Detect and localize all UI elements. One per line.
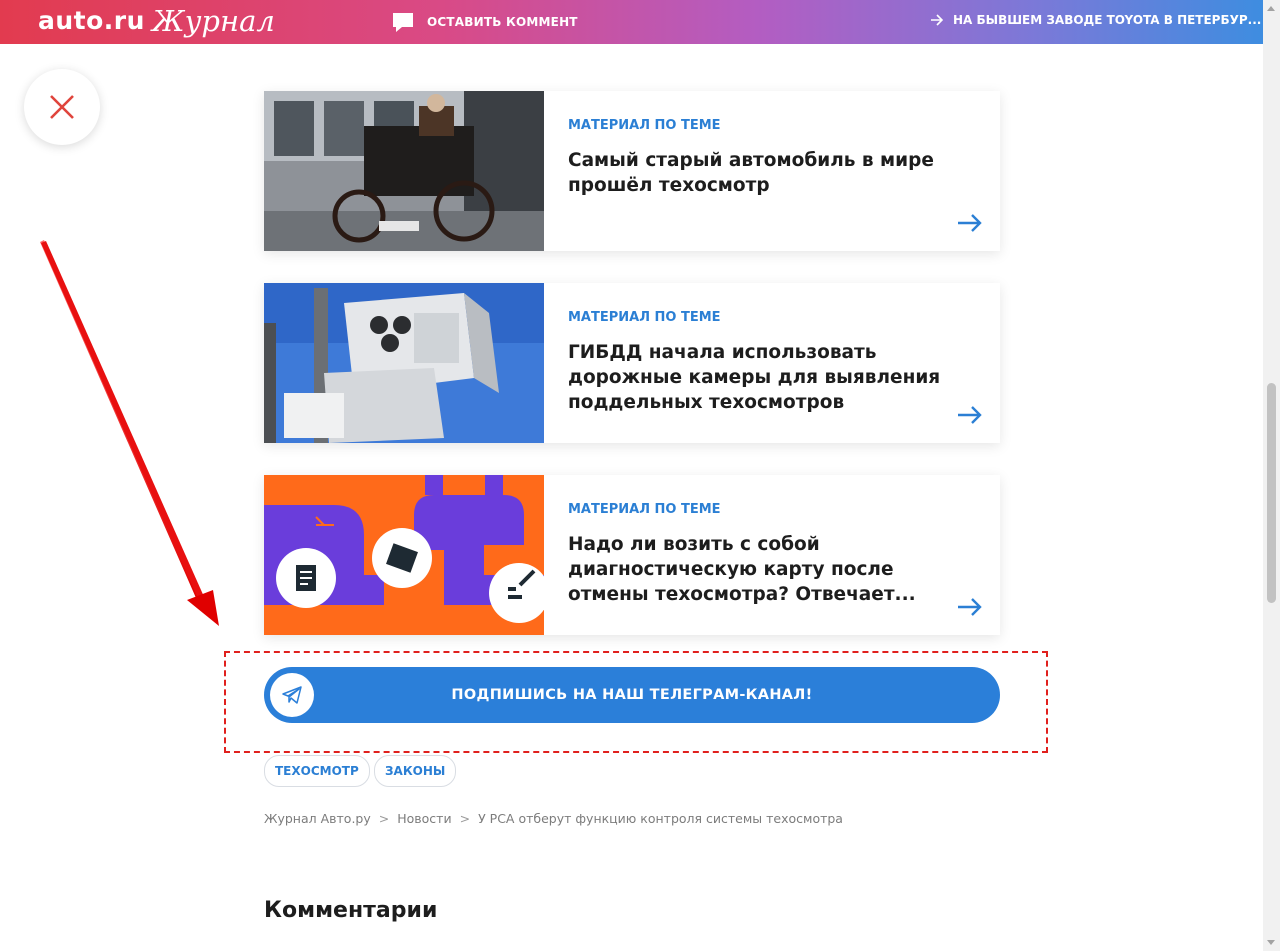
scroll-down-icon[interactable]	[1267, 940, 1275, 945]
related-card-2-kicker: МАТЕРИАЛ ПО ТЕМЕ	[568, 310, 721, 325]
related-card-1[interactable]: МАТЕРИАЛ ПО ТЕМЕ Самый старый автомобиль…	[264, 91, 1000, 251]
next-article-link[interactable]: НА БЫВШЕМ ЗАВОДЕ TOYOTA В ПЕТЕРБУР...	[930, 13, 1261, 27]
scroll-up-icon[interactable]	[1267, 6, 1275, 11]
close-icon	[50, 95, 74, 119]
breadcrumb-news[interactable]: Новости	[397, 811, 451, 826]
related-card-1-kicker: МАТЕРИАЛ ПО ТЕМЕ	[568, 118, 721, 133]
page-scrollbar[interactable]	[1263, 0, 1280, 951]
leave-comment-link[interactable]: ОСТАВИТЬ КОММЕНТ	[391, 11, 578, 33]
next-article-label: НА БЫВШЕМ ЗАВОДЕ TOYOTA В ПЕТЕРБУР...	[953, 13, 1262, 27]
tag-zakony[interactable]: ЗАКОНЫ	[374, 755, 457, 787]
logo-auto[interactable]: auto.ru	[38, 6, 145, 35]
arrow-right-icon	[931, 14, 944, 26]
related-card-3-kicker: МАТЕРИАЛ ПО ТЕМЕ	[568, 502, 721, 517]
comments-heading: Комментарии	[264, 898, 438, 923]
related-card-3-title[interactable]: Надо ли возить с собой диагностическую к…	[568, 532, 968, 607]
logo-journal[interactable]: Журнал	[152, 4, 275, 38]
top-bar: auto.ru Журнал ОСТАВИТЬ КОММЕНТ НА БЫВШЕ…	[0, 0, 1263, 44]
breadcrumb: Журнал Авто.ру > Новости > У РСА отберут фун…	[264, 811, 843, 826]
arrow-right-icon[interactable]	[957, 213, 983, 233]
speech-bubble-icon	[393, 13, 413, 32]
related-card-2-title[interactable]: ГИБДД начала использовать дорожные камер…	[568, 340, 968, 415]
related-card-3-image	[264, 475, 544, 635]
related-card-2-image	[264, 283, 544, 443]
breadcrumb-separator: >	[459, 811, 471, 826]
arrow-right-icon[interactable]	[957, 597, 983, 617]
arrow-right-icon[interactable]	[957, 405, 983, 425]
breadcrumb-current: У РСА отберут функцию контроля системы т…	[478, 811, 843, 826]
close-button[interactable]	[24, 69, 100, 145]
breadcrumb-journal[interactable]: Журнал Авто.ру	[264, 811, 371, 826]
related-card-1-image	[264, 91, 544, 251]
breadcrumb-separator: >	[378, 811, 390, 826]
telegram-subscribe-label: ПОДПИШИСЬ НА НАШ ТЕЛЕГРАМ-КАНАЛ!	[451, 687, 813, 703]
related-card-2[interactable]: МАТЕРИАЛ ПО ТЕМЕ ГИБДД начала использова…	[264, 283, 1000, 443]
tag-techosmotr[interactable]: ТЕХОСМОТР	[264, 755, 370, 787]
related-card-1-title[interactable]: Самый старый автомобиль в мире прошёл те…	[568, 148, 968, 198]
leave-comment-label: ОСТАВИТЬ КОММЕНТ	[427, 15, 578, 29]
telegram-subscribe-button[interactable]: ПОДПИШИСЬ НА НАШ ТЕЛЕГРАМ-КАНАЛ!	[264, 667, 1000, 723]
scrollbar-thumb[interactable]	[1267, 383, 1276, 603]
related-card-3[interactable]: МАТЕРИАЛ ПО ТЕМЕ Надо ли возить с собой …	[264, 475, 1000, 635]
